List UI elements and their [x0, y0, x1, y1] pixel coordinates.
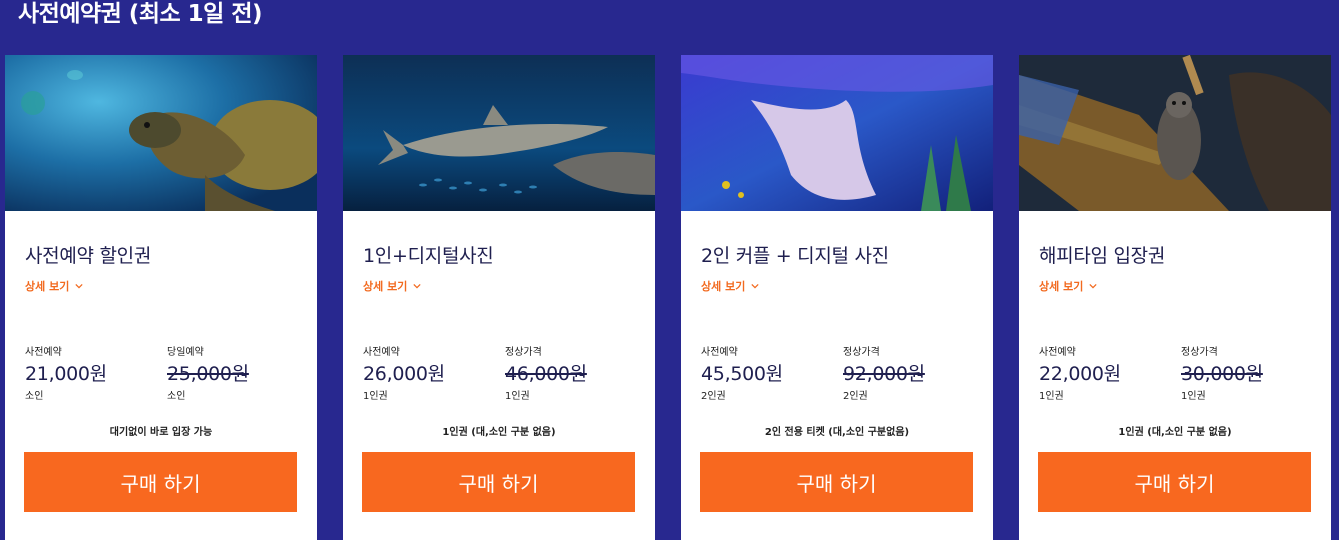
ticket-card-list: 사전예약 할인권 상세 보기 사전예약 21,000원 소인 당일예약 25,0…	[5, 55, 1339, 540]
details-link[interactable]: 상세 보기	[25, 278, 83, 294]
details-link[interactable]: 상세 보기	[1039, 278, 1097, 294]
regular-price: 정상가격 92,000원 2인권	[843, 343, 983, 402]
price-label: 사전예약	[701, 347, 738, 358]
presale-price: 사전예약 26,000원 1인권	[363, 343, 503, 402]
price-label: 사전예약	[1039, 347, 1076, 358]
price-label: 정상가격	[1181, 347, 1218, 358]
presale-price: 사전예약 45,500원 2인권	[701, 343, 841, 402]
price-unit: 1인권	[1181, 391, 1206, 402]
ticket-card: 사전예약 할인권 상세 보기 사전예약 21,000원 소인 당일예약 25,0…	[5, 55, 317, 540]
price-label: 사전예약	[363, 347, 400, 358]
shark-photo	[343, 55, 655, 211]
price-unit: 소인	[25, 391, 44, 402]
ticket-note: 대기없이 바로 입장 가능	[109, 427, 213, 438]
details-link[interactable]: 상세 보기	[701, 278, 759, 294]
chevron-down-icon	[1089, 283, 1097, 289]
details-label: 상세 보기	[701, 280, 746, 293]
presale-price: 사전예약 22,000원 1인권	[1039, 343, 1179, 402]
ticket-note: 1인권 (대,소인 구분 없음)	[1118, 427, 1232, 438]
buy-button[interactable]: 구매 하기	[1038, 452, 1311, 512]
price-unit: 1인권	[1039, 391, 1064, 402]
card-title: 2인 커플 + 디지털 사진	[701, 245, 889, 267]
price-unit: 2인권	[843, 391, 868, 402]
price-value: 45,500원	[701, 363, 783, 385]
buy-button[interactable]: 구매 하기	[362, 452, 635, 512]
otter-photo	[1019, 55, 1331, 211]
price-label: 당일예약	[167, 347, 204, 358]
card-title: 해피타임 입장권	[1039, 245, 1166, 267]
ticket-card: 해피타임 입장권 상세 보기 사전예약 22,000원 1인권 정상가격 30,…	[1019, 55, 1331, 540]
ticket-note: 1인권 (대,소인 구분 없음)	[442, 427, 556, 438]
details-link[interactable]: 상세 보기	[363, 278, 421, 294]
price-unit: 1인권	[505, 391, 530, 402]
chevron-down-icon	[75, 283, 83, 289]
ticket-card: 1인+디지털사진 상세 보기 사전예약 26,000원 1인권 정상가격 46,…	[343, 55, 655, 540]
buy-button[interactable]: 구매 하기	[24, 452, 297, 512]
chevron-down-icon	[751, 283, 759, 289]
price-value: 21,000원	[25, 363, 107, 385]
ticket-note: 2인 전용 티켓 (대,소인 구분없음)	[764, 427, 910, 438]
price-unit: 소인	[167, 391, 186, 402]
details-label: 상세 보기	[1039, 280, 1084, 293]
original-price-value: 46,000원	[505, 363, 587, 385]
regular-price: 정상가격 46,000원 1인권	[505, 343, 645, 402]
chevron-down-icon	[413, 283, 421, 289]
section-title: 사전예약권 (최소 1일 전)	[18, 1, 263, 27]
buy-button[interactable]: 구매 하기	[700, 452, 973, 512]
price-value: 26,000원	[363, 363, 445, 385]
details-label: 상세 보기	[363, 280, 408, 293]
card-title: 사전예약 할인권	[25, 245, 152, 267]
original-price-value: 25,000원	[167, 363, 249, 385]
price-label: 사전예약	[25, 347, 62, 358]
regular-price: 당일예약 25,000원 소인	[167, 343, 307, 402]
price-unit: 2인권	[701, 391, 726, 402]
regular-price: 정상가격 30,000원 1인권	[1181, 343, 1321, 402]
price-label: 정상가격	[843, 347, 880, 358]
price-unit: 1인권	[363, 391, 388, 402]
presale-price: 사전예약 21,000원 소인	[25, 343, 165, 402]
card-title: 1인+디지털사진	[363, 245, 494, 267]
sea-turtle-photo	[5, 55, 317, 211]
price-label: 정상가격	[505, 347, 542, 358]
stingray-photo	[681, 55, 993, 211]
ticket-card: 2인 커플 + 디지털 사진 상세 보기 사전예약 45,500원 2인권 정상…	[681, 55, 993, 540]
price-value: 22,000원	[1039, 363, 1121, 385]
details-label: 상세 보기	[25, 280, 70, 293]
original-price-value: 92,000원	[843, 363, 925, 385]
original-price-value: 30,000원	[1181, 363, 1263, 385]
